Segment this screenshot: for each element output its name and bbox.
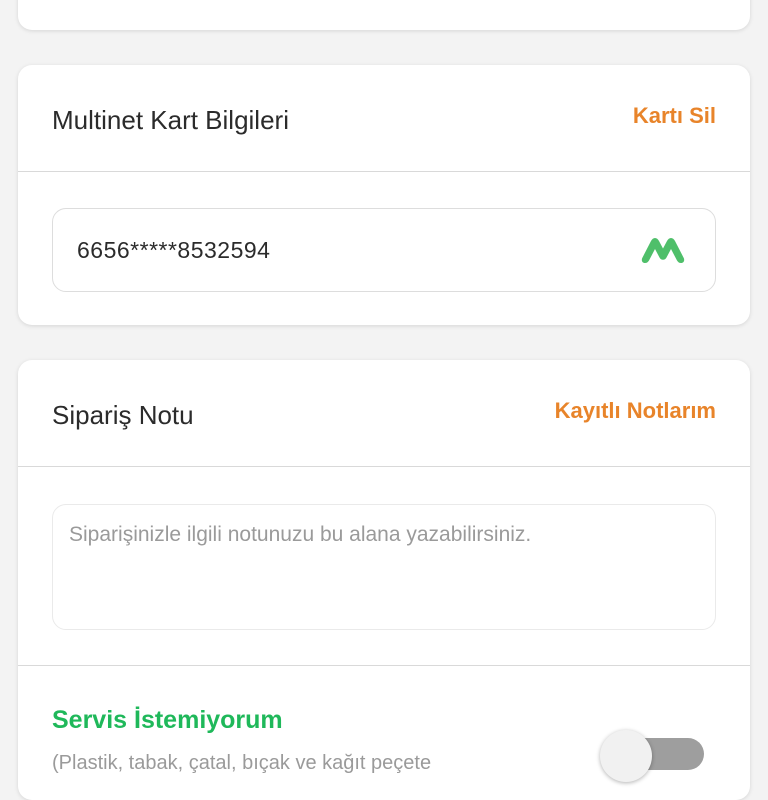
- order-note-header: Sipariş Notu Kayıtlı Notlarım: [18, 360, 750, 467]
- section-divider: [18, 665, 750, 666]
- multinet-card-section: Multinet Kart Bilgileri Kartı Sil 6656**…: [18, 65, 750, 325]
- no-service-toggle[interactable]: [600, 730, 704, 782]
- order-note-input-box: [52, 504, 716, 630]
- card-number: 6656*****8532594: [77, 237, 271, 263]
- toggle-knob: [600, 730, 652, 782]
- multinet-card-field[interactable]: 6656*****8532594: [52, 208, 716, 292]
- multinet-card-title: Multinet Kart Bilgileri: [52, 105, 289, 135]
- no-service-description: (Plastik, tabak, çatal, bıçak ve kağıt p…: [52, 752, 432, 774]
- delete-card-button[interactable]: Kartı Sil: [633, 103, 716, 129]
- multinet-logo-icon: [641, 235, 685, 272]
- no-service-title: Servis İstemiyorum: [52, 706, 283, 734]
- previous-section-card: [18, 0, 750, 30]
- order-note-section: Sipariş Notu Kayıtlı Notlarım Servis İst…: [18, 360, 750, 800]
- multinet-card-header: Multinet Kart Bilgileri Kartı Sil: [18, 65, 750, 172]
- order-note-title: Sipariş Notu: [52, 400, 194, 430]
- order-note-input[interactable]: [69, 523, 699, 611]
- saved-notes-button[interactable]: Kayıtlı Notlarım: [555, 398, 716, 424]
